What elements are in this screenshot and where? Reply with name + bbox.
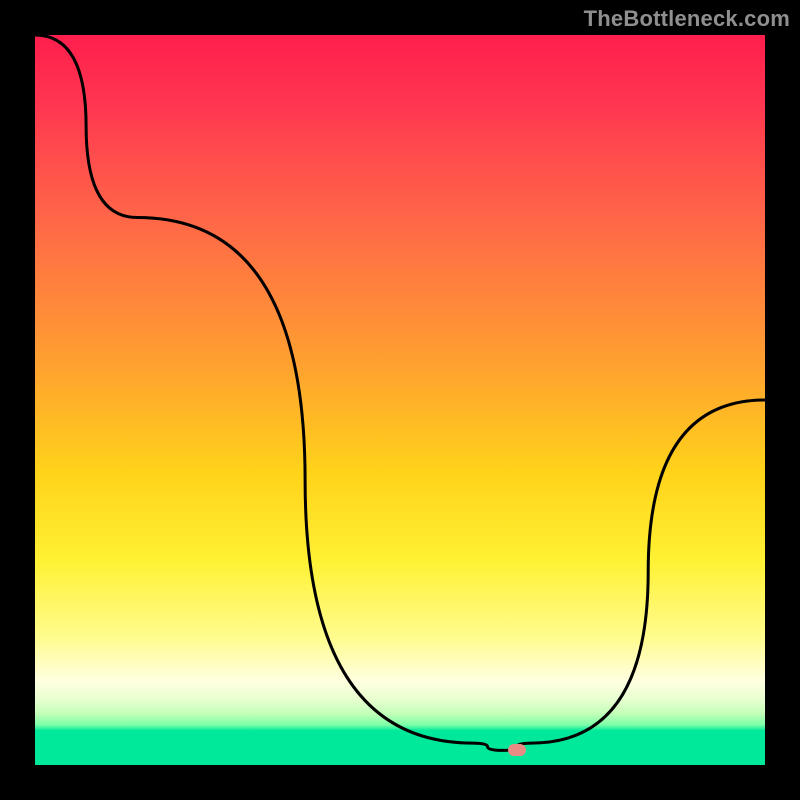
- bottleneck-curve: [35, 35, 765, 750]
- plot-area: [35, 35, 765, 765]
- watermark-label: TheBottleneck.com: [584, 6, 790, 32]
- optimum-marker: [508, 744, 526, 756]
- chart-container: TheBottleneck.com: [0, 0, 800, 800]
- bottleneck-curve-svg: [35, 35, 765, 765]
